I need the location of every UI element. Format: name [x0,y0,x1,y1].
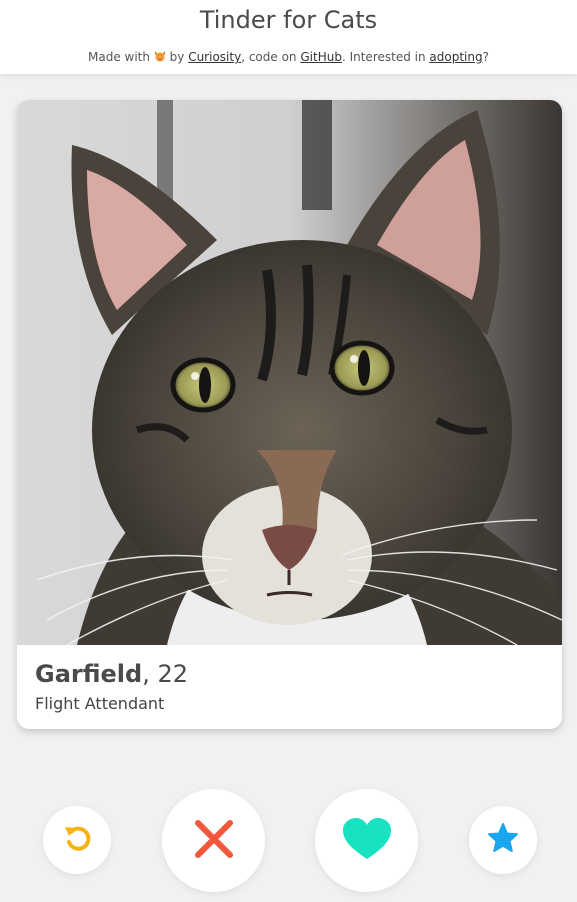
by-text: by [169,50,185,64]
undo-icon [61,822,93,858]
superlike-button[interactable] [469,806,537,874]
code-on-text: , code on [241,50,297,64]
profile-name: Garfield [35,660,143,688]
profile-age: 22 [157,660,189,688]
cat-emoji-icon [154,50,166,62]
header-subtitle: Made with by Curiosity, code on GitHub. … [0,50,577,64]
cat-photo [17,100,562,645]
profile-job: Flight Attendant [35,694,165,713]
app-header: Tinder for Cats Made with by Curiosity, … [0,0,577,74]
star-icon [487,822,519,858]
name-separator: , [142,660,150,688]
heart-icon [342,817,392,865]
nope-button[interactable] [162,789,265,892]
adopting-link[interactable]: adopting [429,50,482,64]
profile-card[interactable]: Garfield, 22 Flight Attendant [17,100,562,729]
question-mark-text: ? [482,50,489,64]
like-button[interactable] [315,789,418,892]
interested-in-text: . Interested in [341,50,426,64]
profile-name-age: Garfield, 22 [35,660,188,688]
made-with-text: Made with [88,50,150,64]
author-link[interactable]: Curiosity [188,50,241,64]
github-link[interactable]: GitHub [300,50,342,64]
profile-info: Garfield, 22 Flight Attendant [35,660,188,713]
close-icon [192,817,236,865]
app-title: Tinder for Cats [199,6,378,34]
undo-button[interactable] [43,806,111,874]
